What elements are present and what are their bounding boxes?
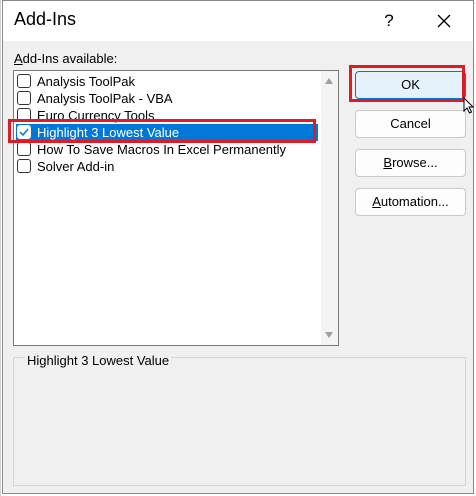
add-ins-available-accesskey: A xyxy=(14,51,23,66)
checkmark-icon xyxy=(19,128,29,137)
checkbox[interactable] xyxy=(17,74,31,88)
list-item-label: How To Save Macros In Excel Permanently xyxy=(37,142,287,157)
checkbox[interactable] xyxy=(17,91,31,105)
add-ins-dialog: Add-Ins ? Add-Ins available: Analysis To… xyxy=(2,0,475,494)
dialog-title: Add-Ins xyxy=(14,9,77,29)
title-bar: Add-Ins ? xyxy=(3,1,473,41)
list-item-solver-add-in[interactable]: Solver Add-in xyxy=(16,158,318,175)
list-item-label: Highlight 3 Lowest Value xyxy=(37,125,180,140)
description-group: Highlight 3 Lowest Value xyxy=(13,353,466,486)
add-ins-available-label: Add-Ins available: xyxy=(14,51,117,66)
scroll-down-arrow-icon[interactable] xyxy=(325,332,333,338)
scroll-up-arrow-icon[interactable] xyxy=(325,78,333,84)
ok-button[interactable]: OK xyxy=(355,71,466,99)
checkbox[interactable] xyxy=(17,142,31,156)
list-item-analysis-toolpak[interactable]: Analysis ToolPak xyxy=(16,73,318,90)
description-text: Highlight 3 Lowest Value xyxy=(25,353,172,368)
list-scrollbar[interactable] xyxy=(321,71,338,345)
list-item-label: Euro Currency Tools xyxy=(37,108,155,123)
list-item-analysis-toolpak-vba[interactable]: Analysis ToolPak - VBA xyxy=(16,90,318,107)
background-gridline-left xyxy=(0,0,1,496)
list-item-euro-currency-tools[interactable]: Euro Currency Tools xyxy=(16,107,318,124)
close-button[interactable] xyxy=(429,7,459,35)
cancel-button[interactable]: Cancel xyxy=(355,110,466,138)
mouse-pointer-icon xyxy=(463,97,475,114)
browse-button[interactable]: Browse... xyxy=(355,149,466,177)
list-item-highlight-3-lowest-value[interactable]: Highlight 3 Lowest Value xyxy=(16,124,318,141)
automation-label: utomation... xyxy=(380,194,449,209)
browse-accesskey: B xyxy=(383,155,393,170)
browse-label: rowse... xyxy=(392,155,438,170)
list-item-how-to-save-macros[interactable]: How To Save Macros In Excel Permanently xyxy=(16,141,318,158)
add-ins-available-text: dd-Ins available: xyxy=(22,51,118,66)
help-button[interactable]: ? xyxy=(375,7,403,35)
list-item-label: Analysis ToolPak - VBA xyxy=(37,91,173,106)
close-icon xyxy=(437,14,451,28)
automation-accesskey: A xyxy=(372,194,381,209)
automation-button[interactable]: Automation... xyxy=(355,188,466,216)
checkbox[interactable] xyxy=(17,108,31,122)
list-item-label: Analysis ToolPak xyxy=(37,74,136,89)
checkbox[interactable] xyxy=(17,159,31,173)
add-ins-listbox[interactable]: Analysis ToolPak Analysis ToolPak - VBA … xyxy=(13,70,339,346)
list-item-label: Solver Add-in xyxy=(37,159,115,174)
checkbox-checked[interactable] xyxy=(17,125,31,139)
